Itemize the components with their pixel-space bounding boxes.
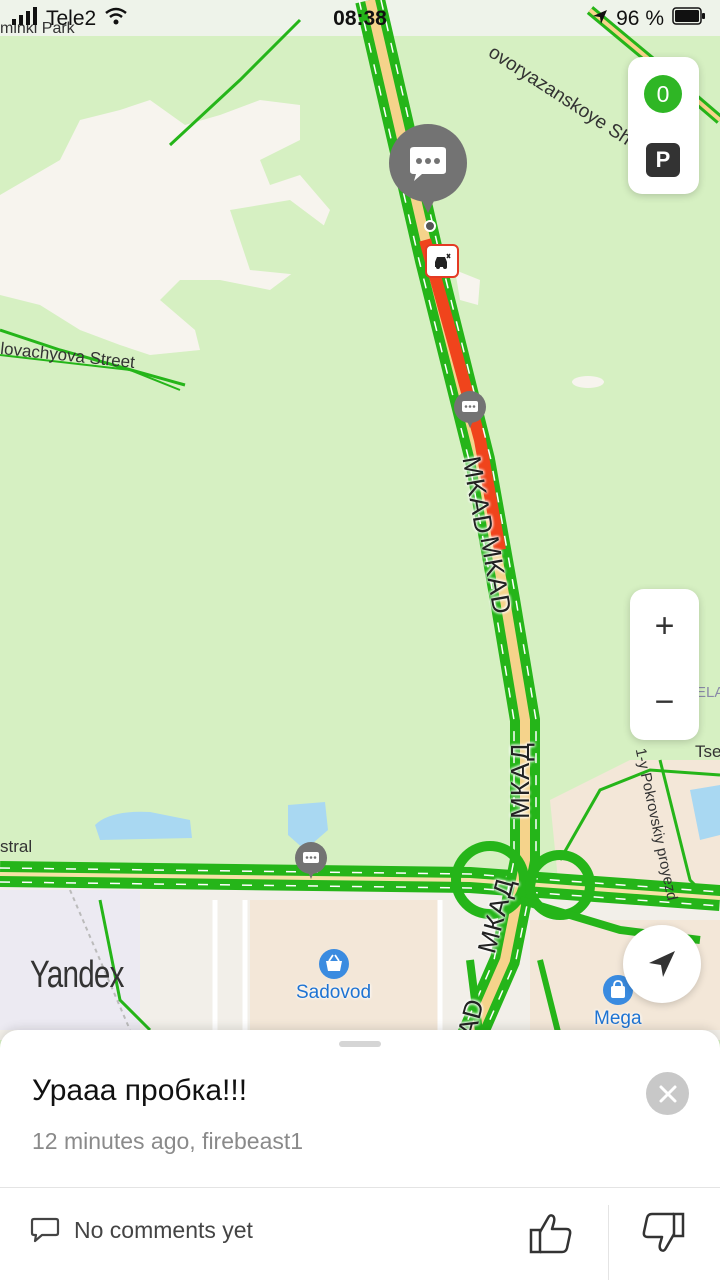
comment-marker-selected[interactable] (388, 123, 468, 213)
comment-meta: 12 minutes ago, firebeast1 (32, 1128, 304, 1154)
yandex-logo: Yandex (30, 954, 124, 996)
comment-icon (30, 1217, 60, 1243)
divider (0, 1187, 720, 1188)
wifi-icon (104, 7, 128, 31)
layers-panel: 0 P (628, 57, 699, 194)
chat-bubble-icon (295, 842, 327, 879)
parking-button[interactable]: P (646, 143, 680, 177)
carrier-label: Tele2 (46, 7, 97, 30)
location-arrow-icon (592, 7, 608, 31)
comments-label: No comments yet (74, 1216, 253, 1243)
poi-mega-label: Mega (594, 1008, 642, 1029)
basket-icon (318, 949, 349, 979)
mkad-label: МКАД (504, 742, 535, 819)
thumbs-up-icon (529, 1214, 572, 1254)
zoom-in-button[interactable]: + (630, 589, 699, 664)
astral-label: stral (0, 837, 33, 856)
comments-link[interactable]: No comments yet (30, 1216, 253, 1244)
poi-sadovod-label: Sadovod (296, 982, 372, 1003)
poi-sadovod[interactable]: Sadovod (296, 948, 371, 1004)
close-button[interactable] (646, 1072, 689, 1115)
chat-bubble-icon (454, 391, 486, 428)
chat-bubble-icon (389, 124, 467, 213)
accident-icon[interactable] (425, 244, 459, 278)
zoom-out-button[interactable]: − (630, 665, 699, 740)
like-button[interactable] (528, 1210, 574, 1261)
zoom-panel: + − (630, 589, 699, 740)
comment-marker[interactable] (294, 841, 328, 881)
comment-marker[interactable] (453, 390, 487, 430)
battery-icon (672, 7, 706, 31)
traffic-level-button[interactable]: 0 (644, 75, 682, 113)
tse-label: Tse (695, 742, 720, 761)
signal-icon (12, 7, 38, 31)
thumbs-down-icon (642, 1212, 685, 1252)
divider-vertical (608, 1205, 609, 1280)
navigation-arrow-icon (649, 951, 675, 977)
comment-sheet: Урааа пробка!!! 12 minutes ago, firebeas… (0, 1030, 720, 1280)
close-icon (659, 1085, 676, 1102)
dislike-button[interactable] (640, 1210, 686, 1261)
status-bar: Tele2 08:38 96 % (0, 0, 720, 38)
marker-point (424, 220, 436, 232)
sheet-grabber[interactable] (339, 1041, 381, 1047)
comment-title: Урааа пробка!!! (32, 1074, 248, 1107)
my-location-button[interactable] (623, 925, 701, 1003)
battery-percent: 96 % (616, 7, 664, 30)
